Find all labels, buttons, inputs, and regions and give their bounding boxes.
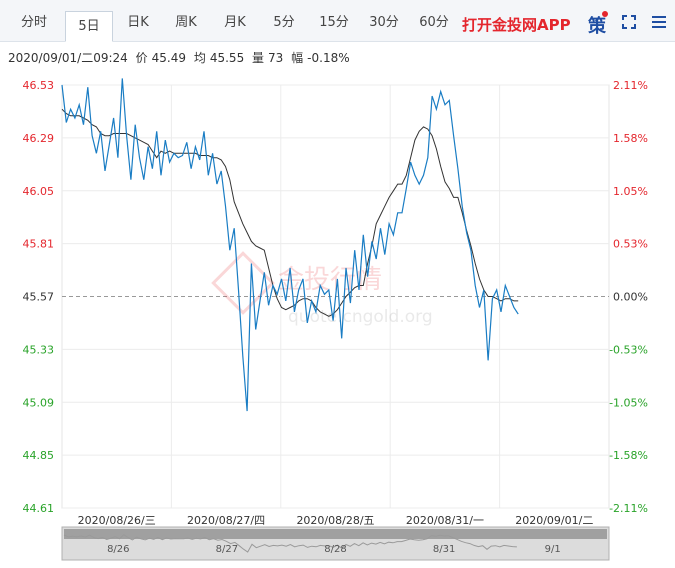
y-tick-label-left: 46.29 [23, 132, 55, 145]
navigator[interactable]: 8/26 8/27 8/28 8/31 9/1 [61, 526, 610, 561]
y-tick-label-right: -2.11% [609, 502, 648, 515]
y-tick-label-left: 46.53 [23, 79, 55, 92]
navigator-day-label: 8/28 [324, 544, 346, 555]
x-day-label: 2020/08/27/四 [187, 514, 265, 527]
x-day-label: 2020/08/26/三 [78, 514, 156, 527]
y-tick-label-left: 44.85 [23, 449, 55, 462]
y-tick-label-left: 45.57 [23, 291, 55, 304]
y-tick-label-right: -0.53% [609, 343, 648, 356]
y-tick-label-right: -1.58% [609, 449, 648, 462]
y-tick-label-right: -1.05% [609, 396, 648, 409]
navigator-day-label: 8/26 [107, 544, 129, 555]
y-tick-label-left: 45.33 [23, 343, 55, 356]
y-tick-label-right: 2.11% [613, 79, 648, 92]
x-day-label: 2020/08/28/五 [296, 514, 374, 527]
navigator-day-label: 9/1 [545, 544, 561, 555]
y-tick-label-right: 1.58% [613, 132, 648, 145]
y-tick-label-right: 0.00% [613, 291, 648, 304]
y-tick-label-right: 1.05% [613, 185, 648, 198]
x-day-label: 2020/08/31/一 [406, 514, 484, 527]
navigator-day-label: 8/31 [433, 544, 455, 555]
y-tick-label-left: 45.09 [23, 396, 55, 409]
five-day-price-chart: 金投行情 quote.cngold.org 46.53 2.11%46.29 1.5… [23, 78, 648, 561]
price-line [61, 78, 519, 412]
x-day-label: 2020/09/01/二 [515, 514, 593, 527]
y-tick-label-left: 44.61 [23, 502, 55, 515]
navigator-day-label: 8/27 [216, 544, 238, 555]
navigator-window[interactable] [64, 529, 607, 539]
y-tick-label-left: 45.81 [23, 238, 55, 251]
y-tick-label-right: 0.53% [613, 238, 648, 251]
y-tick-label-left: 46.05 [23, 185, 55, 198]
